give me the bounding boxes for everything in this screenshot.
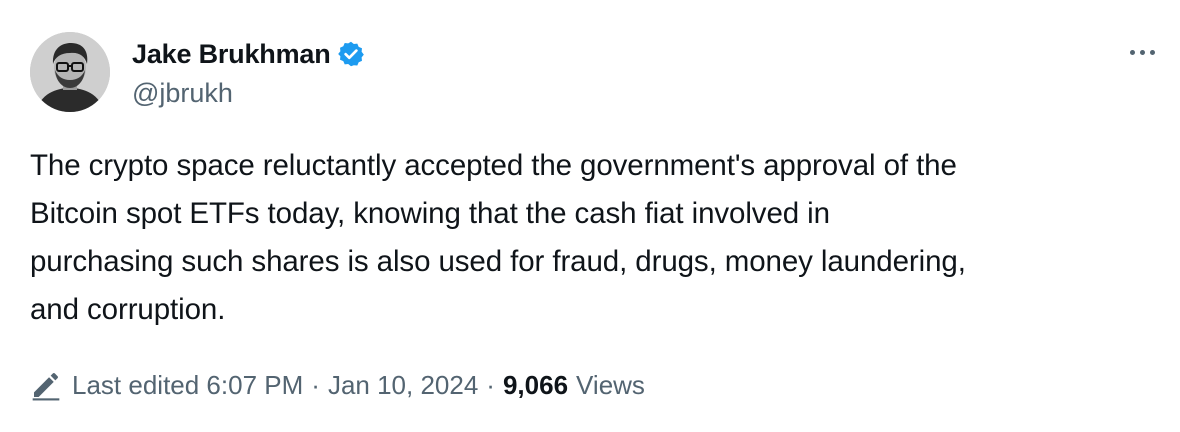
meta-separator: ·: [486, 369, 495, 400]
more-options-icon[interactable]: [1122, 38, 1162, 66]
more-dot: [1139, 49, 1145, 55]
author-name-row: Jake Brukhman: [132, 36, 365, 72]
views-count: 9,066: [502, 369, 569, 400]
tweet-text-line: and corruption.: [30, 293, 226, 326]
author-handle[interactable]: @jbrukh: [132, 76, 365, 110]
tweet-text-line: The crypto space reluctantly accepted th…: [30, 149, 957, 182]
more-dot: [1129, 49, 1135, 55]
tweet-text-line: purchasing such shares is also used for …: [30, 245, 966, 278]
verified-badge-icon[interactable]: [337, 40, 365, 68]
tweet-text: The crypto space reluctantly accepted th…: [30, 142, 1155, 334]
author-avatar[interactable]: [30, 32, 110, 112]
tweet-meta: Last edited 6:07 PM · Jan 10, 2024 · 9,0…: [30, 362, 645, 408]
author-display-name[interactable]: Jake Brukhman: [132, 39, 331, 70]
tweet-date-link[interactable]: Jan 10, 2024: [328, 370, 478, 401]
user-avatar-icon: [30, 32, 110, 112]
tweet-text-line: Bitcoin spot ETFs today, knowing that th…: [30, 197, 830, 230]
last-edited-link[interactable]: Last edited 6:07 PM: [72, 370, 303, 401]
meta-separator: ·: [311, 369, 320, 400]
author-info: Jake Brukhman @jbrukh: [132, 36, 365, 110]
tweet-card: Jake Brukhman @jbrukh The crypto space r…: [0, 0, 1180, 432]
more-dot: [1149, 49, 1155, 55]
views-label: Views: [576, 369, 645, 400]
pencil-icon[interactable]: [30, 369, 62, 401]
